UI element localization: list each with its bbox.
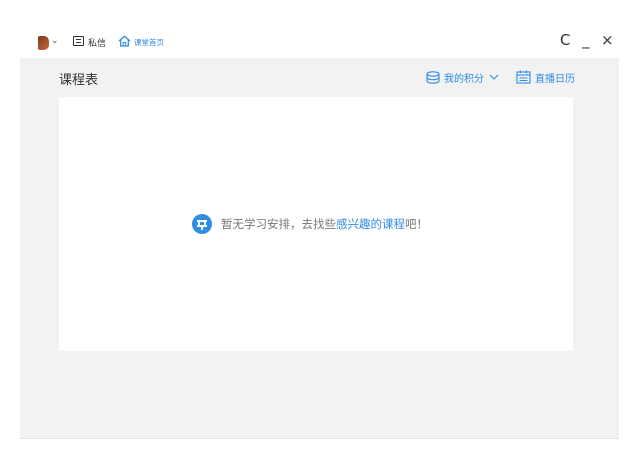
empty-state-icon	[192, 214, 212, 234]
classroom-home-link[interactable]: 课堂首页	[134, 37, 164, 48]
empty-state-text: 暂无学习安排，去找些	[221, 217, 336, 231]
refresh-button[interactable]: C	[560, 31, 570, 49]
avatar[interactable]	[38, 36, 49, 50]
home-icon[interactable]	[118, 35, 131, 47]
bottom-divider	[20, 438, 619, 439]
top-bar: ⌄ 私信 课堂首页 C _ ×	[0, 0, 627, 58]
live-calendar-label: 直播日历	[535, 73, 575, 85]
close-button[interactable]: ×	[601, 31, 614, 49]
database-icon	[426, 70, 440, 84]
empty-state: 暂无学习安排，去找些 感兴趣的课程 吧！	[191, 213, 428, 235]
main-panel: 课程表 我的积分 直播日历 暂无学习安排，去找些 感兴趣的课程 吧！	[20, 58, 619, 438]
private-message-link[interactable]: 私信	[88, 36, 106, 49]
calendar-icon	[516, 70, 531, 84]
message-icon[interactable]	[73, 36, 84, 46]
live-calendar-link[interactable]: 直播日历	[516, 69, 575, 85]
schedule-card: 暂无学习安排，去找些 感兴趣的课程 吧！	[59, 97, 573, 351]
my-points-dropdown[interactable]: 我的积分	[426, 69, 499, 85]
my-points-label: 我的积分	[444, 73, 484, 85]
interesting-courses-link[interactable]: 感兴趣的课程	[336, 216, 405, 232]
chevron-down-icon	[489, 74, 499, 80]
page-title: 课程表	[59, 73, 99, 88]
minimize-button[interactable]: _	[582, 31, 590, 49]
chevron-down-icon[interactable]: ⌄	[51, 36, 59, 46]
empty-state-suffix: 吧！	[405, 217, 428, 231]
